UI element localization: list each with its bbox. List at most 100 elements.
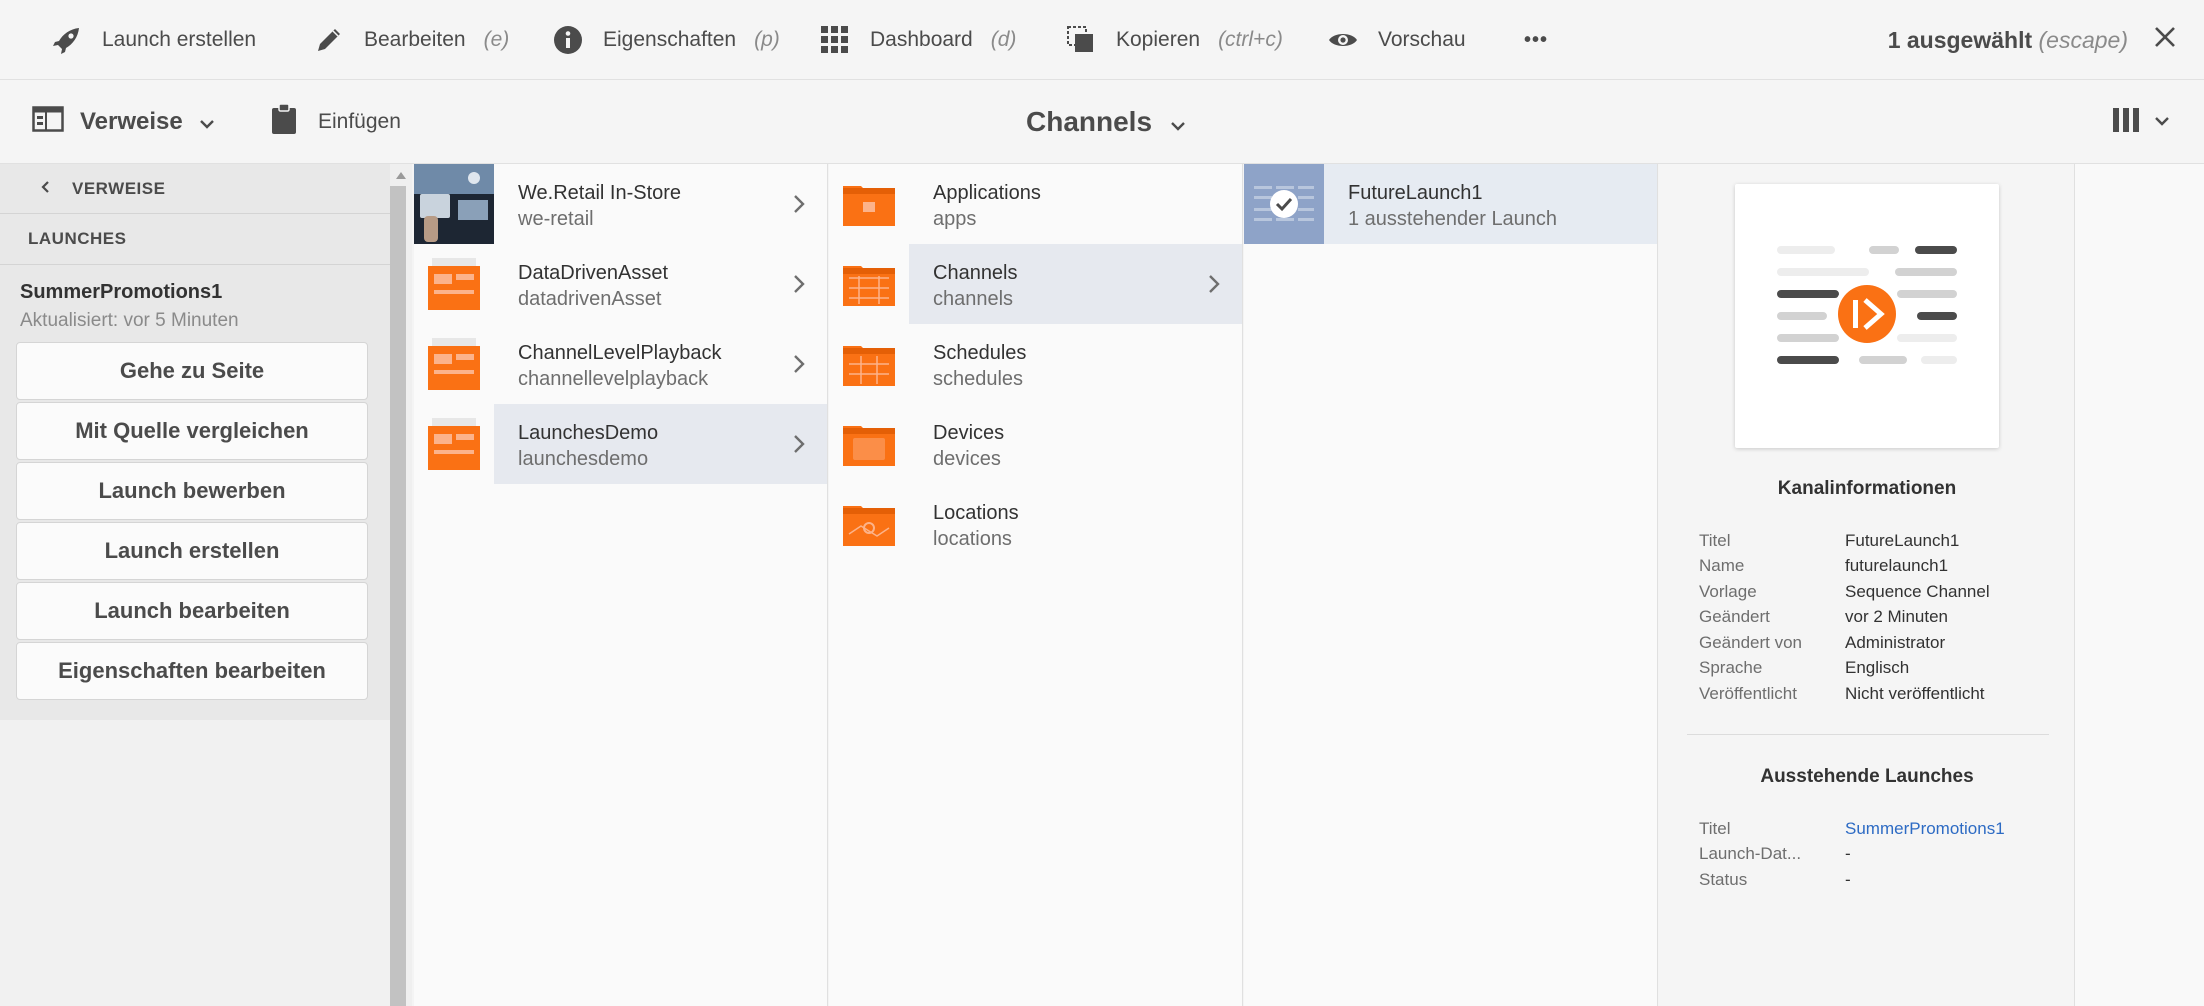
channel-info-table: Titel FutureLaunch1 Name futurelaunch1 Vor…: [1699, 528, 1990, 707]
create-launch-rail-button[interactable]: Launch erstellen: [16, 522, 368, 580]
item-title: Locations: [933, 502, 1019, 524]
dashboard-button[interactable]: Dashboard (d): [818, 0, 1016, 80]
chevron-left-icon: [40, 179, 50, 199]
list-item[interactable]: Applications apps: [829, 164, 1242, 244]
list-item[interactable]: LaunchesDemo launchesdemo: [414, 404, 827, 484]
item-name: 1 ausstehender Launch: [1348, 208, 1558, 230]
copy-button[interactable]: Kopieren (ctrl+c): [1064, 0, 1283, 80]
folder-thumbnail: [414, 324, 494, 404]
property-row: Geändert vor 2 Minuten: [1699, 607, 1948, 627]
item-title: LaunchesDemo: [518, 422, 659, 444]
folder-thumbnail: [829, 164, 909, 244]
properties-panel: Kanalinformationen Titel FutureLaunch1 Na…: [1659, 164, 2075, 1006]
rail-scrollbar[interactable]: [390, 164, 412, 1006]
references-rail: VERWEISE LAUNCHES SummerPromotions1 Aktu…: [0, 164, 390, 720]
item-title: Applications: [933, 182, 1041, 204]
property-row: Sprache Englisch: [1699, 658, 1910, 678]
list-item[interactable]: DataDrivenAsset datadrivenAsset: [414, 244, 827, 324]
item-title: Devices: [933, 422, 1005, 444]
rail-back-label: VERWEISE: [72, 178, 166, 198]
item-name: datadrivenAsset: [518, 288, 662, 310]
more-actions-button[interactable]: •••: [1524, 0, 1548, 80]
folder-thumbnail: [829, 324, 909, 404]
view-switcher[interactable]: [2112, 80, 2170, 164]
list-item[interactable]: FutureLaunch1 1 ausstehender Launch: [1244, 164, 1657, 244]
rail-toggle-label: Verweise: [80, 108, 183, 135]
preview-button[interactable]: Vorschau: [1326, 0, 1466, 80]
list-item[interactable]: Schedules schedules: [829, 324, 1242, 404]
item-title: DataDrivenAsset: [518, 262, 669, 284]
rail-toggle[interactable]: Verweise: [32, 80, 215, 164]
properties-button[interactable]: Eigenschaften (p): [551, 0, 780, 80]
action-bar: Launch erstellen Bearbeiten (e) Eigensch…: [0, 0, 2204, 80]
rail-icon: [32, 105, 64, 139]
list-item[interactable]: Locations locations: [829, 484, 1242, 564]
edit-properties-button[interactable]: Eigenschaften bearbeiten: [16, 642, 368, 700]
launch-link[interactable]: SummerPromotions1: [1845, 819, 2005, 839]
item-name: schedules: [933, 368, 1024, 390]
clipboard-icon: [270, 103, 298, 141]
channel-preview-card: [1735, 184, 1999, 448]
pending-launches-title: Ausstehende Launches: [1760, 766, 1974, 787]
chevron-right-icon: [793, 274, 805, 299]
rail-action-buttons: Gehe zu Seite Mit Quelle vergleichen Lau…: [16, 342, 368, 700]
column-channels: FutureLaunch1 1 ausstehender Launch: [1244, 164, 1658, 1006]
promote-launch-button[interactable]: Launch bewerben: [16, 462, 368, 520]
property-row: Veröffentlicht Nicht veröffentlicht: [1699, 683, 1985, 703]
close-icon[interactable]: [2154, 26, 2176, 54]
grid-icon: [818, 23, 852, 57]
folder-thumbnail: [414, 244, 494, 324]
property-row: Titel SummerPromotions1: [1699, 818, 2005, 839]
edit-button[interactable]: Bearbeiten (e): [312, 0, 509, 80]
eye-icon: [1326, 23, 1360, 57]
sub-header: Verweise Einfügen Channels: [0, 80, 2204, 164]
rail-back-button[interactable]: VERWEISE: [0, 164, 390, 214]
folder-thumbnail: [829, 404, 909, 484]
compare-with-source-button[interactable]: Mit Quelle vergleichen: [16, 402, 368, 460]
item-name: channels: [933, 288, 1014, 310]
page-title-label: Channels: [1026, 106, 1153, 137]
selection-info: 1 ausgewählt (escape): [1888, 0, 2176, 80]
chevron-down-icon: [199, 108, 215, 136]
dashboard-shortcut: (d): [990, 28, 1017, 51]
item-name: channellevelplayback: [518, 368, 709, 390]
page-title[interactable]: Channels: [1026, 80, 1186, 164]
item-title: ChannelLevelPlayback: [518, 342, 722, 364]
edit-launch-button[interactable]: Launch bearbeiten: [16, 582, 368, 640]
list-item[interactable]: We.Retail In-Store we-retail: [414, 164, 827, 244]
folder-thumbnail: [829, 484, 909, 564]
item-title: We.Retail In-Store: [518, 182, 682, 204]
chevron-right-icon: [793, 434, 805, 459]
list-item[interactable]: Channels channels: [829, 244, 1242, 324]
item-title: Schedules: [933, 342, 1027, 364]
property-row: Geändert von Administrator: [1699, 632, 1946, 652]
list-item[interactable]: ChannelLevelPlayback channellevelplaybac…: [414, 324, 827, 404]
launch-channel-illustration: [1777, 246, 1957, 364]
rail-section-heading: LAUNCHES: [0, 214, 390, 265]
scroll-up-arrow-icon[interactable]: [396, 172, 406, 179]
chevron-right-icon: [1208, 274, 1220, 299]
pending-launches-table: Titel SummerPromotions1 Launch-Dat... - St…: [1699, 816, 2005, 893]
chevron-down-icon: [2154, 113, 2170, 131]
item-name: launchesdemo: [518, 448, 649, 470]
paste-button[interactable]: Einfügen: [270, 80, 401, 164]
create-launch-button[interactable]: Launch erstellen: [50, 0, 256, 80]
edit-label: Bearbeiten: [364, 28, 466, 51]
scrollbar-thumb[interactable]: [390, 186, 406, 1006]
selection-count: 1 ausgewählt: [1887, 26, 2033, 53]
edit-shortcut: (e): [483, 28, 510, 51]
item-name: devices: [933, 448, 1001, 470]
column-sites: We.Retail In-Store we-retail DataDrivenA…: [414, 164, 828, 1006]
item-title: Channels: [933, 262, 1018, 284]
list-item[interactable]: Devices devices: [829, 404, 1242, 484]
we-retail-thumbnail: [414, 164, 494, 244]
go-to-page-button[interactable]: Gehe zu Seite: [16, 342, 368, 400]
folder-thumbnail: [829, 244, 909, 324]
channel-info-title: Kanalinformationen: [1777, 478, 1957, 499]
launch-name: SummerPromotions1: [20, 281, 223, 303]
item-title: FutureLaunch1: [1348, 182, 1483, 204]
copy-icon: [1064, 23, 1098, 57]
property-row: Vorlage Sequence Channel: [1699, 581, 1990, 601]
property-row: Name futurelaunch1: [1699, 556, 1949, 576]
column-view-icon: [2112, 107, 2140, 138]
